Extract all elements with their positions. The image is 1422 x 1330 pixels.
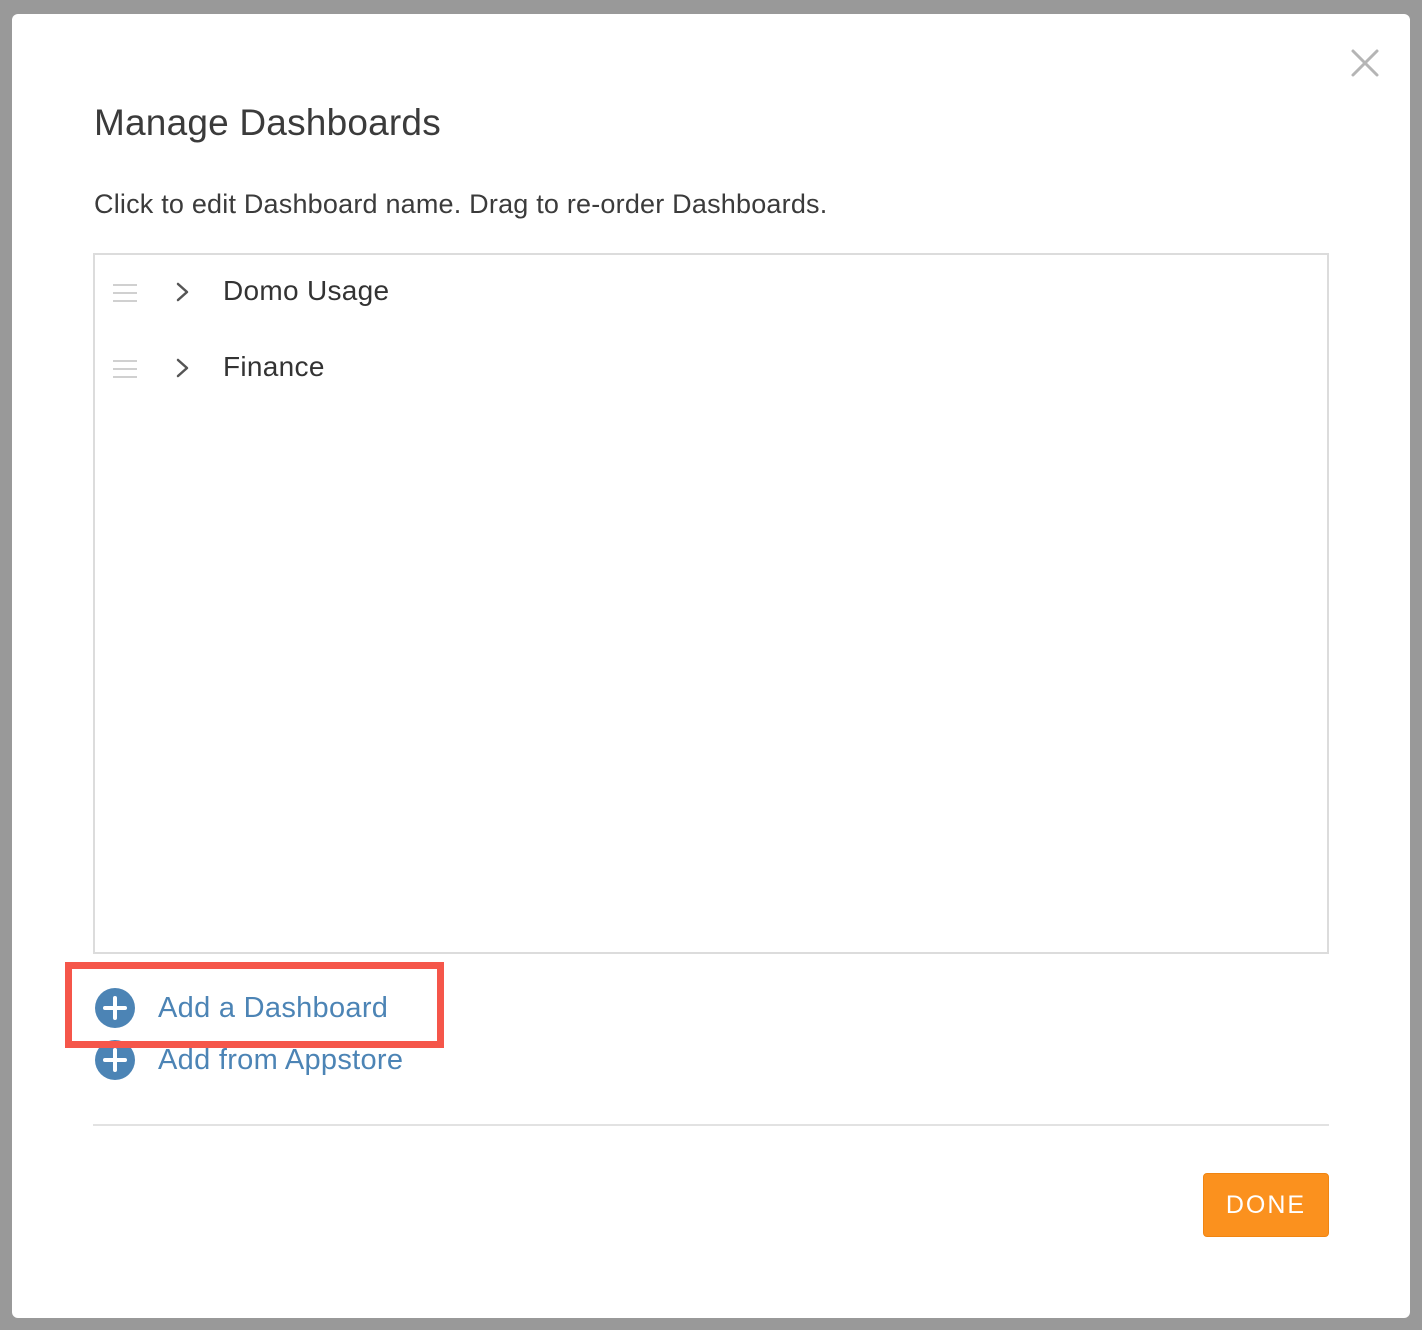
chevron-right-icon[interactable] [175,357,191,379]
drag-handle-icon[interactable] [112,358,138,380]
close-button[interactable] [1350,48,1380,78]
add-from-appstore-label: Add from Appstore [158,1043,404,1076]
list-item[interactable]: Domo Usage [95,255,1327,331]
plus-circle-icon [95,988,135,1028]
footer-divider [93,1124,1329,1126]
close-icon [1351,49,1379,77]
dialog-title: Manage Dashboards [94,102,441,143]
add-dashboard-label: Add a Dashboard [158,991,389,1024]
list-item[interactable]: Finance [95,331,1327,407]
add-from-appstore-button[interactable]: Add from Appstore [95,1040,403,1080]
dashboard-name[interactable]: Finance [223,351,325,383]
add-dashboard-button[interactable]: Add a Dashboard [95,988,388,1028]
drag-handle-icon[interactable] [112,282,138,304]
plus-circle-icon [95,1040,135,1080]
dashboard-list: Domo Usage Finance [93,253,1329,954]
chevron-right-icon[interactable] [175,281,191,303]
manage-dashboards-dialog: Manage Dashboards Click to edit Dashboar… [12,14,1410,1318]
dashboard-name[interactable]: Domo Usage [223,275,389,307]
dialog-instructions: Click to edit Dashboard name. Drag to re… [94,189,828,219]
done-button[interactable]: DONE [1203,1173,1329,1237]
